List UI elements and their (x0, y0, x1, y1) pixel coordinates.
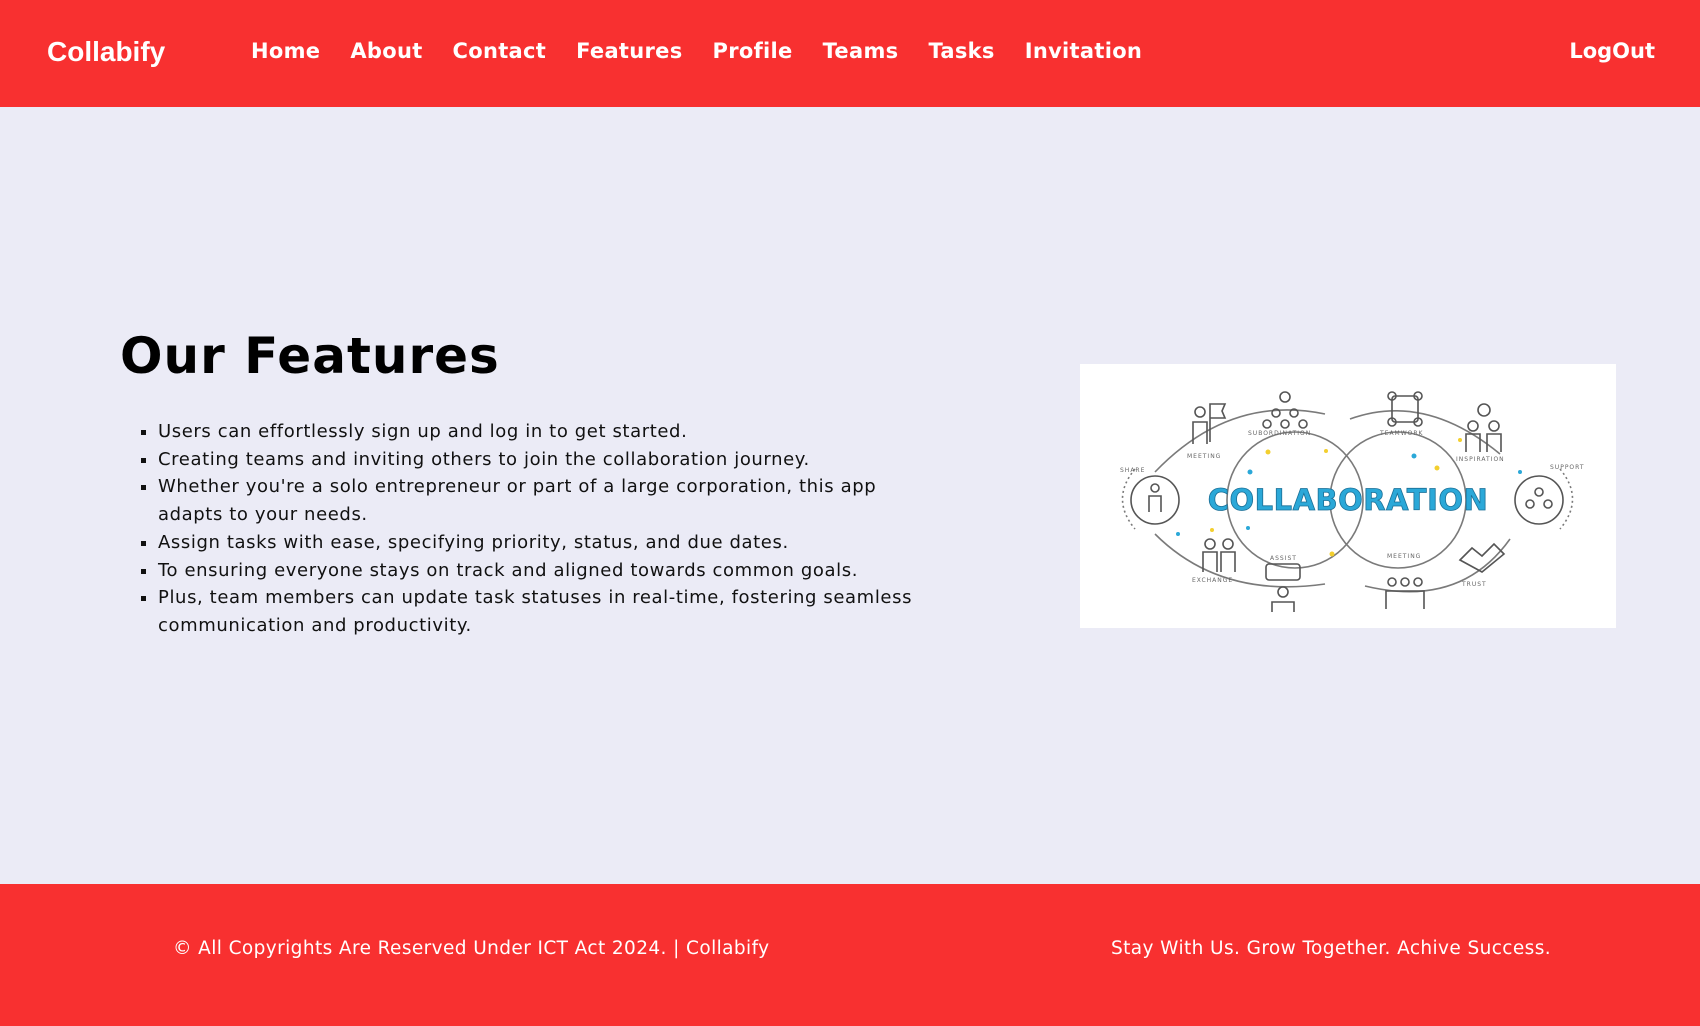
illustration-label: TRUST (1461, 581, 1487, 588)
illustration-label: SUBORDINATION (1248, 430, 1311, 437)
nav-contact[interactable]: Contact (453, 39, 547, 63)
nav-profile[interactable]: Profile (713, 39, 793, 63)
collaboration-illustration-svg: MEETING SUBORDINATION TEAMWORK INSPIRATI… (1120, 391, 1585, 612)
illustration-label: TEAMWORK (1379, 430, 1424, 437)
footer-copyright: © All Copyrights Are Reserved Under ICT … (173, 938, 770, 959)
illustration-label: SUPPORT (1550, 464, 1585, 471)
navbar: Collabify Home About Contact Features Pr… (0, 0, 1700, 107)
nav-invitation[interactable]: Invitation (1025, 39, 1142, 63)
footer: © All Copyrights Are Reserved Under ICT … (0, 884, 1700, 1026)
features-title: Our Features (120, 327, 500, 385)
brand-logo[interactable]: Collabify (47, 36, 165, 68)
collaboration-illustration: MEETING SUBORDINATION TEAMWORK INSPIRATI… (1080, 364, 1616, 628)
nav-tasks[interactable]: Tasks (928, 39, 994, 63)
feature-item: To ensuring everyone stays on track and … (158, 557, 918, 585)
illustration-label: ASSIST (1270, 555, 1297, 562)
feature-item: Creating teams and inviting others to jo… (158, 446, 918, 474)
nav-links: Home About Contact Features Profile Team… (251, 39, 1172, 63)
nav-features[interactable]: Features (576, 39, 682, 63)
illustration-label: INSPIRATION (1456, 456, 1505, 463)
feature-item: Assign tasks with ease, specifying prior… (158, 529, 918, 557)
features-list: Users can effortlessly sign up and log i… (124, 418, 918, 640)
illustration-label: MEETING (1187, 453, 1221, 460)
illustration-label: EXCHANGE (1192, 577, 1233, 584)
nav-teams[interactable]: Teams (823, 39, 899, 63)
feature-item: Users can effortlessly sign up and log i… (158, 418, 918, 446)
nav-home[interactable]: Home (251, 39, 320, 63)
logout-link[interactable]: LogOut (1569, 39, 1655, 63)
feature-item: Whether you're a solo entrepreneur or pa… (158, 473, 918, 528)
features-section: Our Features Users can effortlessly sign… (0, 107, 1700, 884)
feature-item: Plus, team members can update task statu… (158, 584, 918, 639)
illustration-label: SHARE (1120, 467, 1145, 474)
footer-tagline: Stay With Us. Grow Together. Achive Succ… (1111, 938, 1552, 959)
illustration-headline: COLLABORATION (1208, 483, 1489, 517)
nav-about[interactable]: About (350, 39, 422, 63)
illustration-label: MEETING (1387, 553, 1421, 560)
